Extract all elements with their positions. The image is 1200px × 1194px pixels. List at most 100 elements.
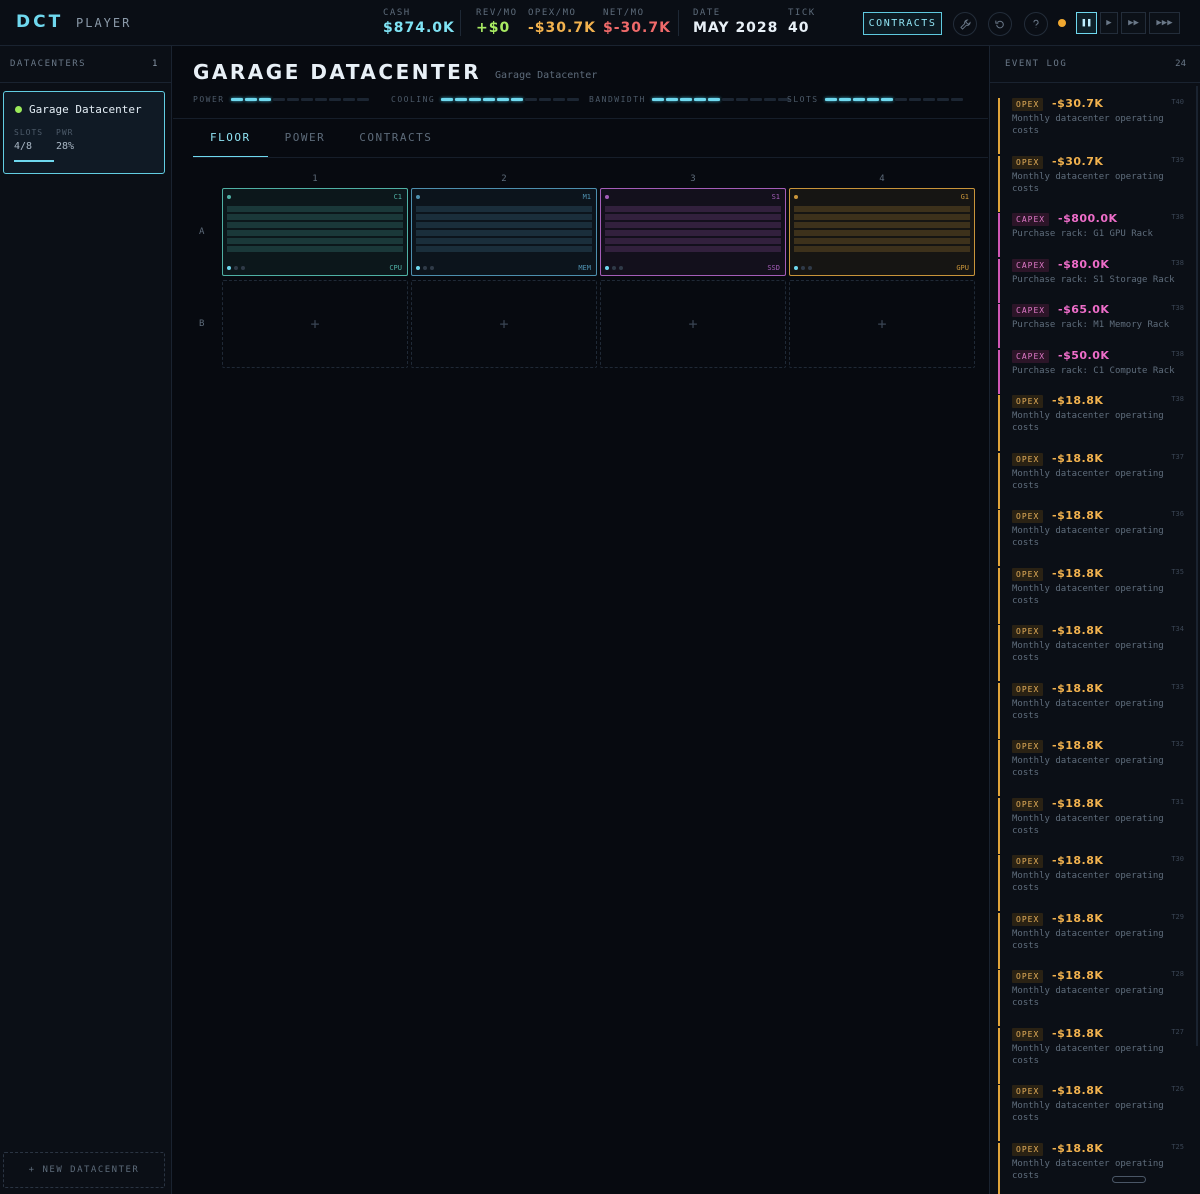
wrench-icon[interactable] <box>953 12 977 36</box>
event-tick: T38 <box>1171 213 1184 221</box>
rack-led-icon <box>227 195 231 199</box>
rack-g1[interactable]: G1 GPU <box>789 188 975 276</box>
event-amount: -$18.8K <box>1052 739 1104 752</box>
event-item: OPEX -$18.8K T32 Monthly datacenter operati… <box>998 739 1194 796</box>
rack-kind: GPU <box>956 264 969 272</box>
stat-value: 40 <box>788 20 810 36</box>
empty-slot[interactable]: + <box>222 280 408 368</box>
stat-label: OPEX/MO <box>528 8 577 18</box>
empty-slot[interactable]: + <box>411 280 597 368</box>
rack-unit <box>794 238 970 244</box>
rack-s1[interactable]: S1 SSD <box>600 188 786 276</box>
event-log-panel: EVENT LOG 24 OPEX -$30.7K T40 Monthly datac… <box>989 46 1200 1194</box>
empty-slot[interactable]: + <box>789 280 975 368</box>
event-tick: T38 <box>1171 259 1184 267</box>
reset-icon[interactable] <box>988 12 1012 36</box>
event-tag: OPEX <box>1012 913 1044 926</box>
event-amount: -$18.8K <box>1052 912 1104 925</box>
datacenter-card[interactable]: Garage Datacenter SLOTS PWR 4/8 28% <box>3 91 165 174</box>
rack-status-icon <box>619 266 623 270</box>
event-tag: OPEX <box>1012 855 1044 868</box>
event-amount: -$18.8K <box>1052 452 1104 465</box>
stat-cash: CASH $874.0K <box>383 8 455 36</box>
rack-kind: CPU <box>389 264 402 272</box>
add-slot-icon: + <box>310 315 320 333</box>
rack-unit <box>794 222 970 228</box>
event-description: Purchase rack: S1 Storage Rack <box>1012 275 1175 285</box>
rack-unit <box>794 206 970 212</box>
scroll-handle[interactable] <box>1112 1176 1146 1183</box>
event-description: Purchase rack: M1 Memory Rack <box>1012 320 1170 330</box>
event-log-count: 24 <box>1175 59 1186 69</box>
tab-contracts[interactable]: CONTRACTS <box>342 130 449 158</box>
event-item: OPEX -$18.8K T27 Monthly datacenter operati… <box>998 1027 1194 1084</box>
fastest-forward-button[interactable]: ▶▶▶ <box>1149 12 1180 34</box>
meter-label: POWER <box>193 95 225 104</box>
pause-button[interactable]: ❚❚ <box>1076 12 1097 34</box>
online-status-icon <box>15 106 22 113</box>
event-amount: -$18.8K <box>1052 969 1104 982</box>
meter-cooling: COOLING <box>391 95 581 104</box>
rack-c1[interactable]: C1 CPU <box>222 188 408 276</box>
event-tick: T29 <box>1171 913 1184 921</box>
event-tag: OPEX <box>1012 510 1044 523</box>
rack-kind: SSD <box>767 264 780 272</box>
row-header: B <box>199 319 205 329</box>
contracts-button[interactable]: CONTRACTS <box>863 12 942 35</box>
play-button[interactable]: ▶ <box>1100 12 1118 34</box>
event-description: Monthly datacenter operating costs <box>1012 411 1164 433</box>
event-tag: OPEX <box>1012 568 1044 581</box>
event-amount: -$18.8K <box>1052 1027 1104 1040</box>
rack-unit <box>794 246 970 252</box>
event-tick: T34 <box>1171 625 1184 633</box>
new-datacenter-button[interactable]: + NEW DATACENTER <box>3 1152 165 1188</box>
slots-value: 4/8 <box>14 141 33 152</box>
rack-unit <box>794 214 970 220</box>
scrollbar[interactable] <box>1196 86 1198 1046</box>
event-tag: CAPEX <box>1012 259 1050 272</box>
event-description: Monthly datacenter operating costs <box>1012 756 1164 778</box>
event-tag: OPEX <box>1012 395 1044 408</box>
stat-tick: TICK 40 <box>788 8 816 36</box>
event-description: Monthly datacenter operating costs <box>1012 699 1164 721</box>
event-item: OPEX -$18.8K T28 Monthly datacenter operati… <box>998 969 1194 1026</box>
tab-floor[interactable]: FLOOR <box>193 130 268 158</box>
event-tick: T32 <box>1171 740 1184 748</box>
event-log-heading: EVENT LOG <box>1005 59 1068 69</box>
rack-unit <box>605 230 781 236</box>
event-item: OPEX -$18.8K T31 Monthly datacenter operati… <box>998 797 1194 854</box>
empty-slot[interactable]: + <box>600 280 786 368</box>
tab-power[interactable]: POWER <box>268 130 343 158</box>
stat-label: REV/MO <box>476 8 518 18</box>
event-tick: T27 <box>1171 1028 1184 1036</box>
help-icon[interactable] <box>1024 12 1048 36</box>
tab-bar: FLOOR POWER CONTRACTS <box>193 130 449 158</box>
event-amount: -$65.0K <box>1058 303 1110 316</box>
event-item: OPEX -$30.7K T40 Monthly datacenter operati… <box>998 97 1194 154</box>
page-title: GARAGE DATACENTER <box>193 60 482 84</box>
meter-slots: SLOTS <box>787 95 965 104</box>
column-header: 4 <box>879 174 885 184</box>
rack-unit <box>605 238 781 244</box>
stat-value: $-30.7K <box>603 20 671 36</box>
fast-forward-button[interactable]: ▶▶ <box>1121 12 1146 34</box>
rack-m1[interactable]: M1 MEM <box>411 188 597 276</box>
event-description: Monthly datacenter operating costs <box>1012 114 1164 136</box>
app-logo: DCT <box>16 12 64 32</box>
event-amount: -$18.8K <box>1052 1142 1104 1155</box>
rack-unit <box>416 206 592 212</box>
player-name: PLAYER <box>76 16 132 30</box>
event-tag: OPEX <box>1012 98 1044 111</box>
rack-code: G1 <box>960 193 969 201</box>
meter-bar <box>824 98 965 101</box>
event-tick: T26 <box>1171 1085 1184 1093</box>
meter-label: COOLING <box>391 95 436 104</box>
rack-status-icon <box>416 266 420 270</box>
rack-status-icon <box>241 266 245 270</box>
rack-unit <box>416 214 592 220</box>
main-panel: GARAGE DATACENTER Garage Datacenter POWE… <box>173 46 988 1194</box>
rack-unit <box>605 222 781 228</box>
sidebar-heading: DATACENTERS <box>10 59 87 69</box>
add-slot-icon: + <box>877 315 887 333</box>
rack-status-icon <box>423 266 427 270</box>
